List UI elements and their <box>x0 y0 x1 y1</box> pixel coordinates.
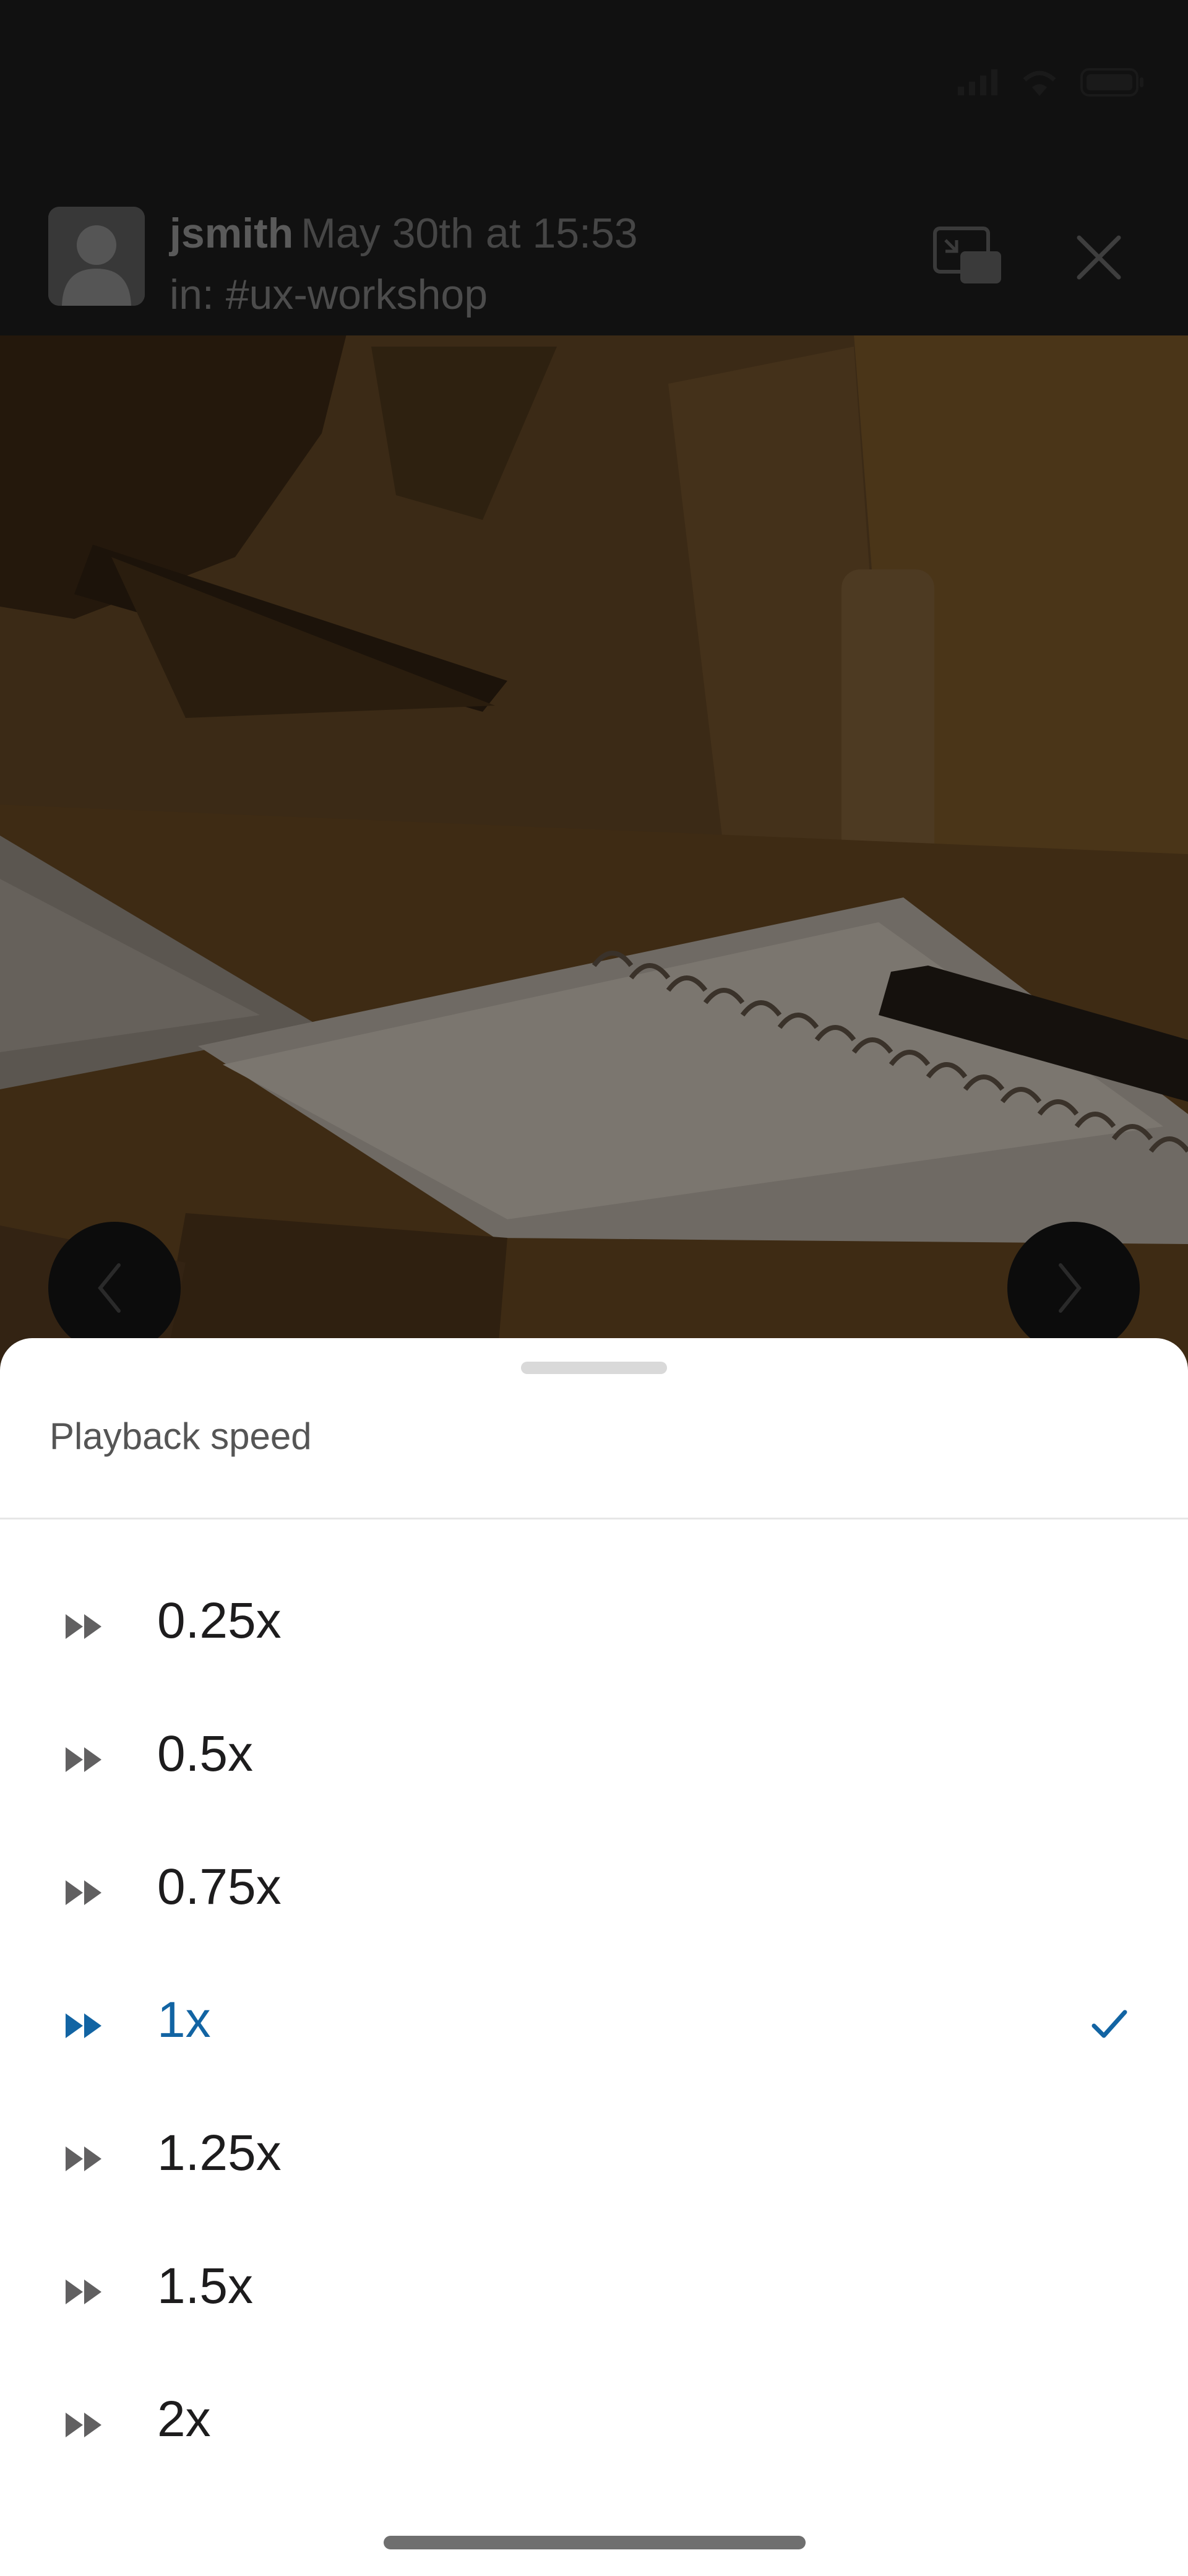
media-header: jsmith May 30th at 15:53 in: #ux-workshop <box>0 0 1188 335</box>
fast-forward-icon <box>66 1880 101 1905</box>
wifi-icon <box>1023 71 1056 96</box>
username[interactable]: jsmith <box>170 210 293 257</box>
speed-option-label: 0.25x <box>157 1593 282 1649</box>
speed-option-label: 1x <box>157 1992 211 2048</box>
fast-forward-icon <box>66 2146 101 2171</box>
battery-icon <box>1080 68 1143 97</box>
fast-forward-icon <box>66 1747 101 1772</box>
signal-icon <box>958 69 997 95</box>
sheet-grabber[interactable] <box>521 1362 667 1374</box>
media-viewer-screen: jsmith May 30th at 15:53 in: #ux-workshop <box>0 0 1188 2576</box>
chevron-right-icon <box>1059 1263 1082 1313</box>
chevron-left-icon <box>98 1263 121 1313</box>
next-button[interactable] <box>1007 1222 1140 1354</box>
speed-option-0-5x[interactable]: 0.5x <box>0 1694 1188 1827</box>
sheet-title: Playback speed <box>50 1416 312 1457</box>
previous-button[interactable] <box>48 1222 181 1354</box>
home-indicator[interactable] <box>384 2536 806 2549</box>
picture-in-picture-icon <box>933 227 1001 283</box>
speed-option-label: 1.5x <box>157 2258 253 2314</box>
speed-option-0-75x[interactable]: 0.75x <box>0 1827 1188 1960</box>
message-meta: jsmith May 30th at 15:53 in: #ux-workshop <box>170 203 638 325</box>
speed-option-1x[interactable]: 1x <box>0 1960 1188 2093</box>
status-bar <box>958 68 1145 97</box>
fast-forward-icon <box>66 2013 101 2038</box>
picture-in-picture-button[interactable] <box>933 227 1002 286</box>
close-icon <box>1077 235 1121 280</box>
speed-option-2x[interactable]: 2x <box>0 2359 1188 2492</box>
checkmark-icon <box>1091 2010 1127 2038</box>
speed-option-0-25x[interactable]: 0.25x <box>0 1561 1188 1694</box>
speed-option-label: 2x <box>157 2391 211 2447</box>
fast-forward-icon <box>66 2280 101 2304</box>
speed-option-label: 1.25x <box>157 2125 282 2181</box>
speed-option-1-25x[interactable]: 1.25x <box>0 2093 1188 2226</box>
avatar[interactable] <box>48 207 145 306</box>
message-timestamp: May 30th at 15:53 <box>301 210 638 257</box>
speed-option-label: 0.5x <box>157 1726 253 1782</box>
speed-options-list: 0.25x 0.5x 0.75x 1x 1.25x 1.5x 2x <box>0 1561 1188 2492</box>
close-button[interactable] <box>1075 234 1122 281</box>
fast-forward-icon <box>66 2413 101 2437</box>
speed-option-1-5x[interactable]: 1.5x <box>0 2226 1188 2359</box>
fast-forward-icon <box>66 1614 101 1639</box>
speed-option-label: 0.75x <box>157 1859 282 1915</box>
channel-name[interactable]: in: #ux-workshop <box>170 264 638 326</box>
playback-speed-sheet: Playback speed 0.25x 0.5x 0.75x 1x 1.25x… <box>0 1338 1188 2576</box>
divider <box>0 1518 1188 1519</box>
